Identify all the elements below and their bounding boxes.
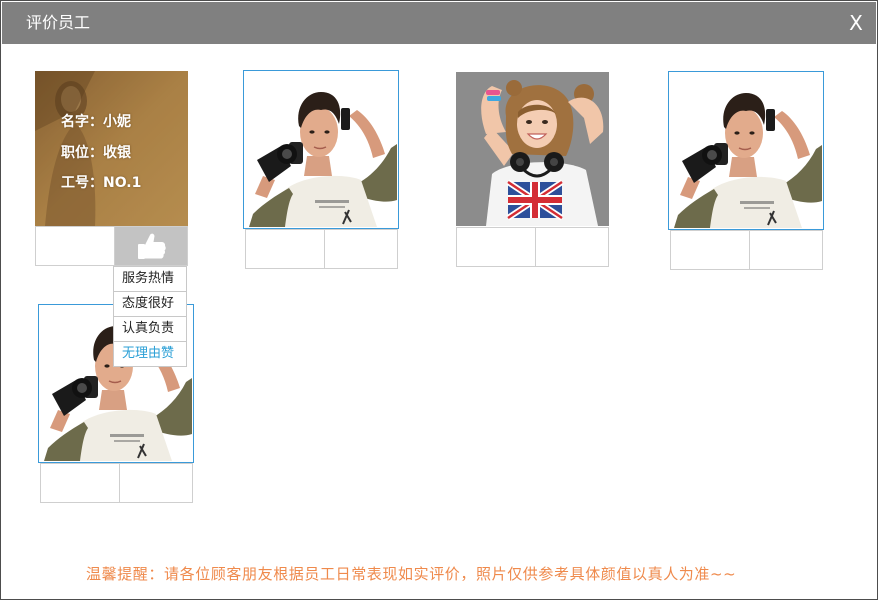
employee-photo[interactable]: [668, 71, 824, 230]
employee-info: 名字：小妮 职位：收银 工号：NO.1: [61, 107, 141, 199]
dislike-button[interactable]: [36, 227, 115, 265]
thumbs-up-icon: [559, 234, 587, 260]
vote-row: [40, 463, 193, 503]
employee-photo[interactable]: 名字：小妮 职位：收银 工号：NO.1: [35, 71, 188, 226]
like-button[interactable]: [120, 464, 192, 502]
thumbs-down-icon: [62, 233, 90, 259]
like-button[interactable]: [750, 231, 822, 269]
employee-photo-image: [456, 72, 609, 226]
dislike-button[interactable]: [457, 228, 536, 266]
employee-photo[interactable]: [243, 70, 399, 229]
dislike-button[interactable]: [41, 464, 120, 502]
reason-item[interactable]: 认真负责: [113, 316, 187, 342]
vote-row: [456, 227, 609, 267]
vote-row: [35, 226, 188, 266]
employee-position: 职位：收银: [61, 144, 131, 161]
vote-row: [670, 230, 823, 270]
vote-row: [245, 229, 398, 269]
thumbs-down-icon: [67, 470, 95, 496]
employee-name: 名字：小妮: [61, 114, 131, 130]
thumbs-down-icon: [483, 234, 511, 260]
like-button[interactable]: [115, 227, 187, 265]
reason-item[interactable]: 无理由赞: [113, 341, 187, 367]
employee-number: 工号：NO.1: [61, 175, 142, 191]
reason-item[interactable]: 态度很好: [113, 291, 187, 317]
rate-employee-dialog: 评价员工 X 名字：小妮 职位：收银 工号：NO.1 服务热情 态度很好 认真负…: [0, 0, 878, 600]
thumbs-up-icon: [348, 236, 376, 262]
thumbs-up-icon: [143, 470, 171, 496]
thumbs-up-icon: [138, 233, 166, 259]
like-reason-menu: 服务热情 态度很好 认真负责 无理由赞: [113, 266, 187, 367]
dislike-button[interactable]: [671, 231, 750, 269]
like-button[interactable]: [325, 230, 397, 268]
thumbs-down-icon: [272, 236, 300, 262]
reason-item[interactable]: 服务热情: [113, 266, 187, 292]
thumbs-up-icon: [773, 237, 801, 263]
title-bar: 评价员工 X: [2, 2, 876, 44]
like-button[interactable]: [536, 228, 608, 266]
employee-photo-image: [670, 73, 822, 228]
thumbs-down-icon: [697, 237, 725, 263]
close-button[interactable]: X: [848, 11, 864, 35]
footer-notice: 温馨提醒：请各位顾客朋友根据员工日常表现如实评价，照片仅供参考具体颜值以真人为准…: [86, 565, 737, 583]
dislike-button[interactable]: [246, 230, 325, 268]
employee-photo[interactable]: [456, 72, 609, 226]
dialog-title: 评价员工: [26, 13, 91, 32]
employee-photo-image: [245, 72, 397, 227]
